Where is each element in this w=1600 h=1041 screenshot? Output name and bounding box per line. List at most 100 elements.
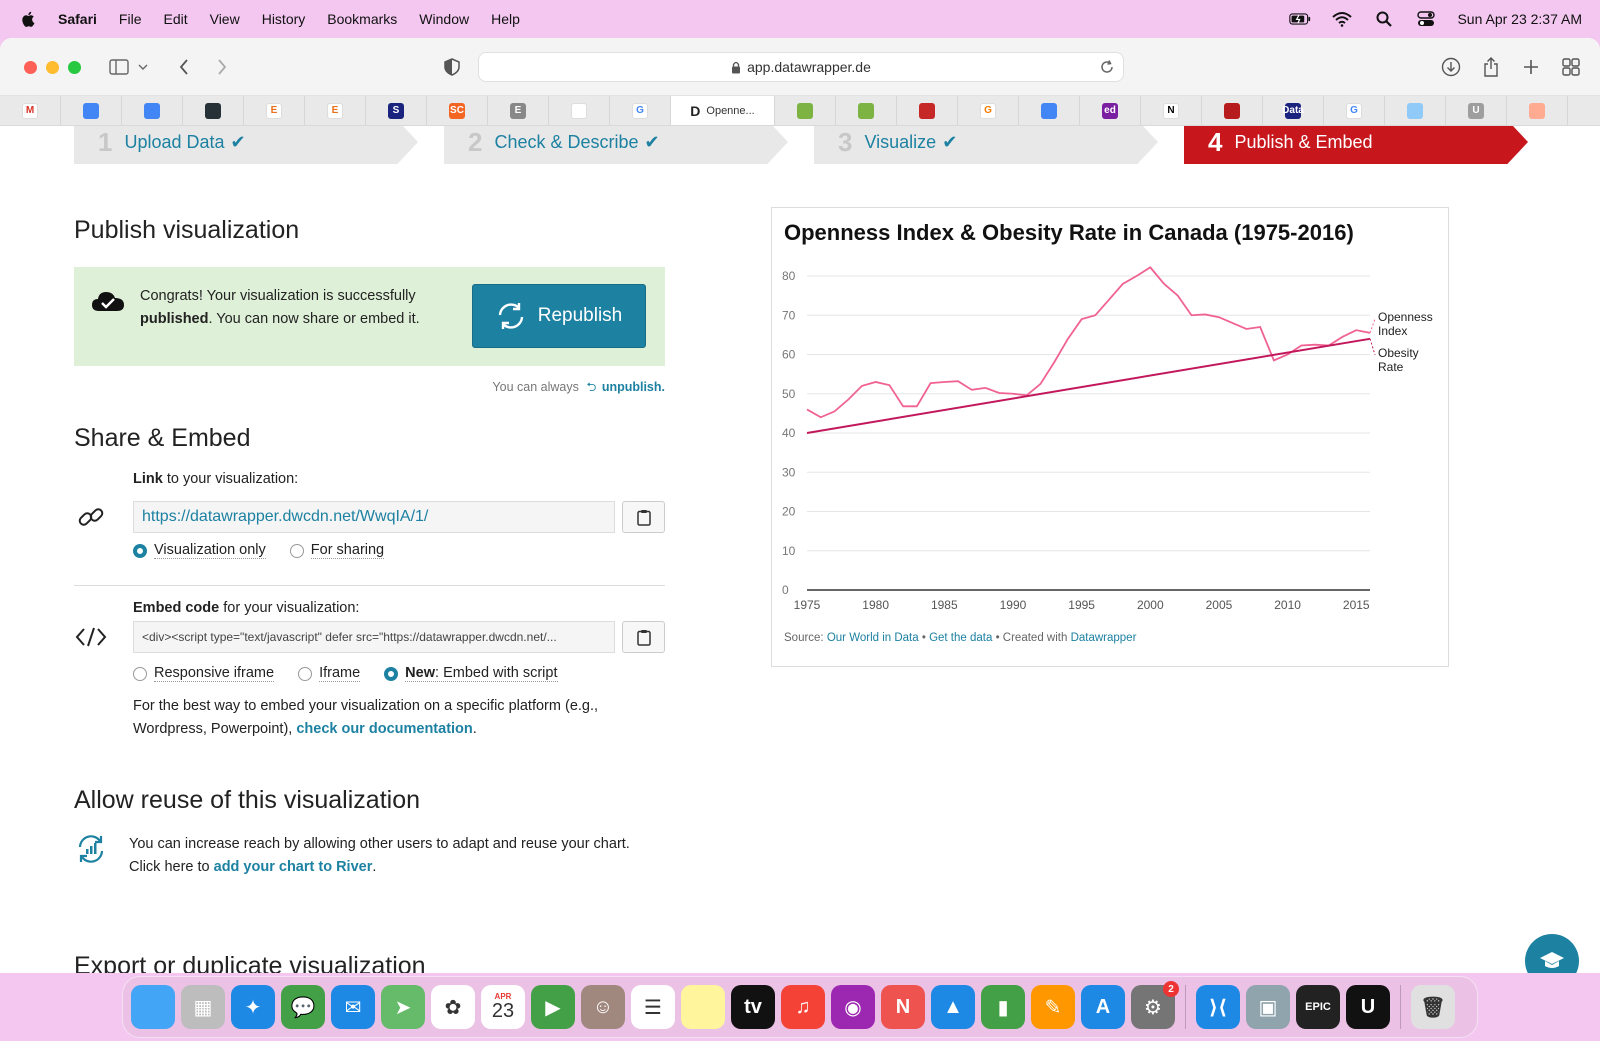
pinned-tab[interactable] <box>549 96 610 125</box>
settings-icon[interactable]: ⚙ 2 <box>1131 981 1179 1029</box>
menubar-datetime[interactable]: Sun Apr 23 2:37 AM <box>1457 11 1582 27</box>
back-icon[interactable] <box>173 56 195 78</box>
pinned-tab[interactable]: N <box>1141 96 1202 125</box>
pinned-tab[interactable] <box>122 96 183 125</box>
menu-edit[interactable]: Edit <box>163 11 187 27</box>
step-visualize[interactable]: 3 Visualize ✔ <box>814 126 1158 164</box>
pinned-tab[interactable]: SC <box>427 96 488 125</box>
finder-icon[interactable] <box>131 985 175 1029</box>
pinned-tab[interactable]: G <box>1324 96 1385 125</box>
wifi-icon[interactable] <box>1331 10 1353 28</box>
republish-button[interactable]: Republish <box>472 284 646 348</box>
copy-embed-button[interactable] <box>622 621 665 653</box>
menu-view[interactable]: View <box>210 11 240 27</box>
documentation-link[interactable]: check our documentation <box>296 721 472 737</box>
radio-visualization-only[interactable]: Visualization only <box>133 542 266 559</box>
reload-icon[interactable] <box>1099 59 1115 75</box>
step-upload-data[interactable]: 1 Upload Data ✔ <box>74 126 418 164</box>
podcasts-icon[interactable]: ◉ <box>831 985 875 1029</box>
chevron-down-icon[interactable] <box>136 56 150 78</box>
pages-icon[interactable]: ✎ <box>1031 985 1075 1029</box>
facetime-icon[interactable]: ▶ <box>531 985 575 1029</box>
photos-icon[interactable]: ✿ <box>431 985 475 1029</box>
pinned-tab[interactable] <box>183 96 244 125</box>
music-icon[interactable]: ♫ <box>781 985 825 1029</box>
address-bar[interactable]: app.datawrapper.de <box>478 52 1124 82</box>
datawrapper-link[interactable]: Datawrapper <box>1071 632 1137 644</box>
menu-bookmarks[interactable]: Bookmarks <box>327 11 397 27</box>
step-check-describe[interactable]: 2 Check & Describe ✔ <box>444 126 788 164</box>
spotlight-search-icon[interactable] <box>1373 10 1395 28</box>
menu-window[interactable]: Window <box>419 11 469 27</box>
pinned-tab[interactable] <box>1019 96 1080 125</box>
menu-file[interactable]: File <box>119 11 142 27</box>
radio-responsive-iframe[interactable]: Responsive iframe <box>133 665 275 682</box>
trash-icon[interactable]: 🗑 <box>1411 985 1455 1029</box>
vscode-icon[interactable]: ⟩⟨ <box>1196 985 1240 1029</box>
apple-icon[interactable] <box>20 10 38 28</box>
add-to-river-link[interactable]: add your chart to River <box>214 859 373 875</box>
step-publish-embed[interactable]: 4 Publish & Embed <box>1184 126 1528 164</box>
control-center-icon[interactable] <box>1415 10 1437 28</box>
share-icon[interactable] <box>1480 56 1502 78</box>
pinned-tab[interactable]: U <box>1446 96 1507 125</box>
pinned-tab[interactable]: ed <box>1080 96 1141 125</box>
pinned-tab[interactable]: M <box>0 96 61 125</box>
sidebar-toggle-icon[interactable] <box>108 56 130 78</box>
get-data-link[interactable]: Get the data <box>929 632 992 644</box>
notes-icon[interactable] <box>681 985 725 1029</box>
radio-for-sharing[interactable]: For sharing <box>289 542 385 559</box>
calendar-icon[interactable]: APR 23 <box>481 985 525 1029</box>
messages-icon[interactable]: 💬 <box>281 985 325 1029</box>
pinned-tab[interactable]: G <box>610 96 671 125</box>
pinned-tab[interactable] <box>1507 96 1568 125</box>
pinned-tab[interactable] <box>775 96 836 125</box>
reminders-icon[interactable]: ☰ <box>631 985 675 1029</box>
menu-history[interactable]: History <box>262 11 306 27</box>
close-window-button[interactable] <box>24 61 37 74</box>
menu-help[interactable]: Help <box>491 11 520 27</box>
pinned-tab[interactable]: E <box>244 96 305 125</box>
pinned-tab[interactable] <box>836 96 897 125</box>
tv-icon[interactable]: tv <box>731 985 775 1029</box>
zoom-window-button[interactable] <box>68 61 81 74</box>
unpublish-link[interactable]: unpublish. <box>602 380 665 394</box>
safari-icon[interactable]: ✦ <box>231 985 275 1029</box>
copy-link-button[interactable] <box>622 501 665 533</box>
privacy-shield-icon[interactable] <box>441 56 463 78</box>
pinned-tab[interactable]: E <box>488 96 549 125</box>
pinned-tab[interactable]: S <box>366 96 427 125</box>
pinned-tab[interactable]: Data <box>1263 96 1324 125</box>
numbers-icon[interactable]: ▮ <box>981 985 1025 1029</box>
contacts-icon[interactable]: ☺ <box>581 985 625 1029</box>
keynote-icon[interactable]: ▲ <box>931 985 975 1029</box>
mail-icon[interactable]: ✉ <box>331 985 375 1029</box>
embed-code-field[interactable]: <div><script type="text/javascript" defe… <box>133 621 615 653</box>
pinned-tab[interactable]: G <box>958 96 1019 125</box>
pinned-tab[interactable] <box>897 96 958 125</box>
unreal-icon[interactable]: U <box>1346 985 1390 1029</box>
visualization-link-field[interactable]: https://datawrapper.dwcdn.net/WwqIA/1/ <box>133 501 615 533</box>
battery-icon[interactable] <box>1289 10 1311 28</box>
academy-help-button[interactable] <box>1525 934 1579 973</box>
menu-safari[interactable]: Safari <box>58 11 97 27</box>
pinned-tab[interactable] <box>1385 96 1446 125</box>
new-tab-icon[interactable] <box>1520 56 1542 78</box>
radio-iframe[interactable]: Iframe <box>298 665 361 682</box>
launchpad-icon[interactable]: ▦ <box>181 985 225 1029</box>
active-tab[interactable]: D Openne... <box>671 96 775 125</box>
pinned-tab[interactable]: E <box>305 96 366 125</box>
pinned-tab[interactable] <box>1202 96 1263 125</box>
pinned-tab[interactable] <box>61 96 122 125</box>
epic-games-icon[interactable]: EPIC <box>1296 985 1340 1029</box>
forward-icon[interactable] <box>211 56 233 78</box>
news-icon[interactable]: N <box>881 985 925 1029</box>
appstore-icon[interactable]: A <box>1081 985 1125 1029</box>
tab-overview-icon[interactable] <box>1560 56 1582 78</box>
downloads-icon[interactable] <box>1440 56 1462 78</box>
preview-icon[interactable]: ▣ <box>1246 985 1290 1029</box>
radio-embed-with-script[interactable]: New: Embed with script <box>384 665 558 682</box>
source-link[interactable]: Our World in Data <box>827 632 919 644</box>
maps-icon[interactable]: ➤ <box>381 985 425 1029</box>
minimize-window-button[interactable] <box>46 61 59 74</box>
